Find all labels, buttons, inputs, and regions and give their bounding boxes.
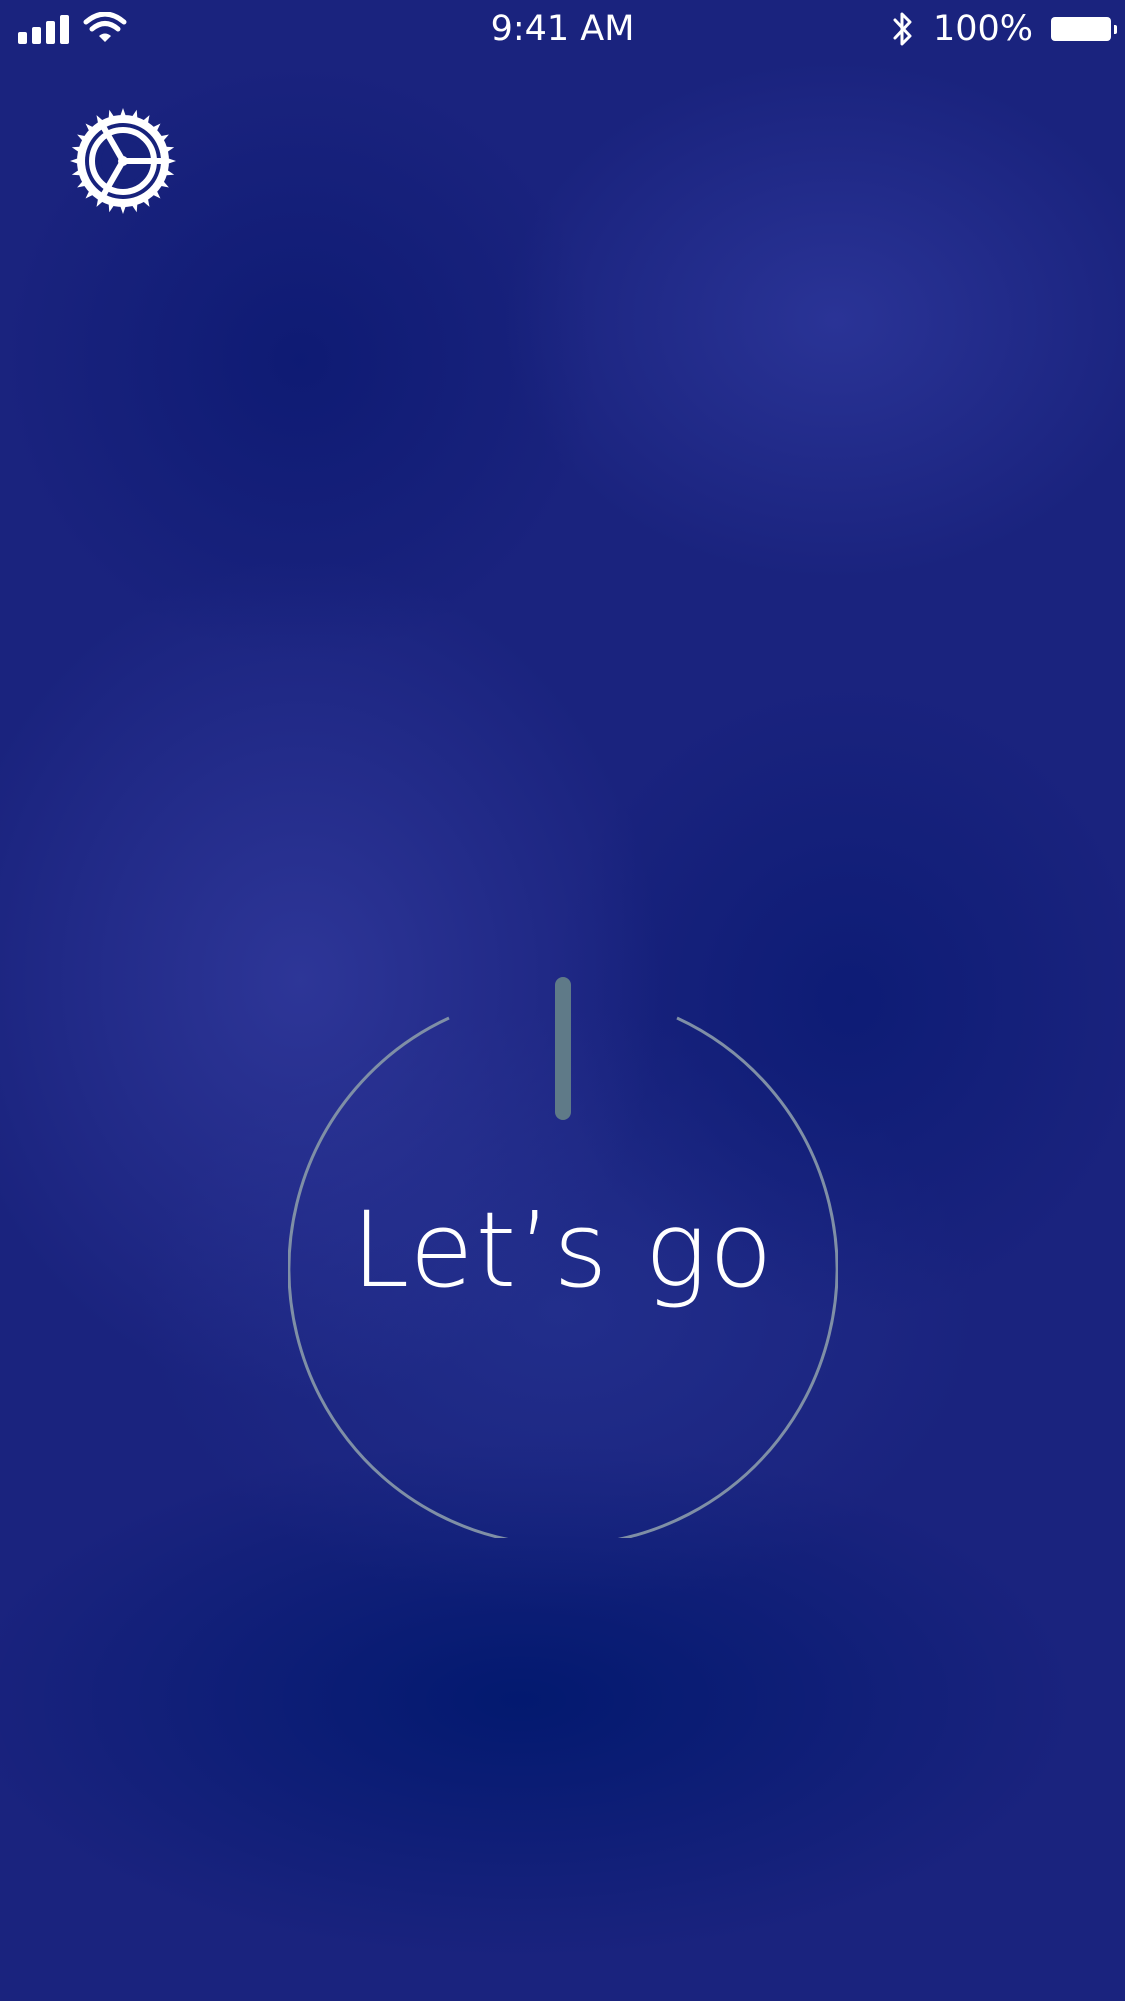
gear-tooth: [131, 109, 138, 120]
status-right: 100%: [891, 8, 1117, 50]
gear-tooth: [108, 109, 115, 120]
gear-tooth: [164, 146, 175, 153]
gear-tooth: [131, 202, 138, 213]
power-button[interactable]: Let’s go: [288, 975, 838, 1538]
app-screen: 9:41 AM 100% Let’s go: [0, 0, 1125, 2001]
gear-tooth: [164, 169, 175, 176]
battery-percent: 100%: [932, 9, 1033, 49]
gear-tooth: [166, 157, 176, 165]
gear-tooth: [119, 204, 127, 214]
settings-button[interactable]: [68, 106, 178, 216]
bluetooth-icon: [893, 12, 912, 46]
gear-tooth: [71, 169, 82, 176]
gear-tooth: [70, 157, 80, 165]
power-button-label: Let’s go: [351, 1189, 775, 1311]
gear-tooth: [108, 202, 115, 213]
gear-tooth: [71, 146, 82, 153]
status-bar: 9:41 AM 100%: [0, 0, 1125, 58]
gear-icon: [70, 108, 176, 214]
battery-icon: [1051, 17, 1117, 41]
battery-tip: [1114, 25, 1117, 34]
gear-tooth: [119, 108, 127, 118]
